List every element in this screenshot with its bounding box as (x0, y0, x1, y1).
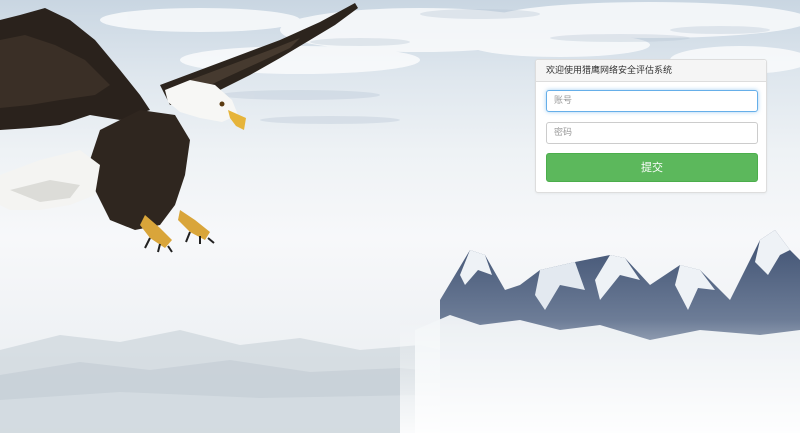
login-panel-title: 欢迎使用猎鹰网络安全评估系统 (536, 60, 766, 82)
login-form: 提交 (536, 82, 766, 182)
password-input[interactable] (546, 122, 758, 144)
account-input[interactable] (546, 90, 758, 112)
login-panel: 欢迎使用猎鹰网络安全评估系统 提交 (535, 59, 767, 193)
submit-button[interactable]: 提交 (546, 153, 758, 182)
login-page: 欢迎使用猎鹰网络安全评估系统 提交 (0, 0, 800, 433)
snowy-mountains (400, 230, 800, 433)
eagle-illustration (0, 3, 358, 253)
